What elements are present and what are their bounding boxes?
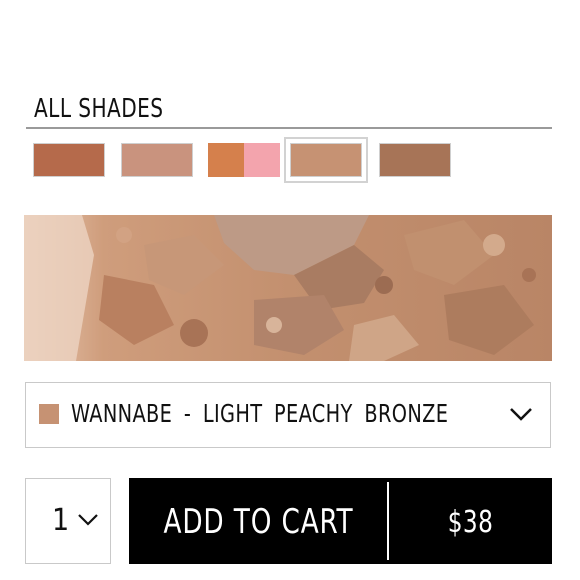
chevron-down-icon (78, 514, 98, 526)
swatch-color-part (208, 143, 244, 177)
selected-shade-chip (39, 404, 59, 424)
add-to-cart-label: ADD TO CART (162, 502, 354, 542)
shade-swatch-4[interactable] (284, 137, 368, 183)
quantity-select[interactable]: 1 (25, 478, 111, 564)
swatch-fill (33, 143, 105, 177)
shade-swatch-1[interactable] (27, 137, 111, 183)
swatch-color-part (122, 144, 192, 176)
texture-art (24, 215, 552, 361)
swatch-color-part (380, 144, 450, 176)
product-shade-selector: ALL SHADES WANNABE - LIGHT PEACHY BRONZE… (0, 0, 580, 580)
shade-select-dropdown[interactable]: WANNABE - LIGHT PEACHY BRONZE (25, 382, 551, 448)
add-to-cart-label-wrap: ADD TO CART (129, 502, 387, 542)
powder-texture-image (24, 215, 552, 361)
price-label: $38 (447, 505, 494, 540)
swatch-color-part (244, 143, 280, 177)
shade-swatch-2[interactable] (115, 137, 199, 183)
quantity-value: 1 (52, 503, 70, 538)
all-shades-heading: ALL SHADES (34, 94, 164, 124)
add-to-cart-button[interactable]: ADD TO CART $38 (129, 478, 552, 564)
price-wrap: $38 (389, 505, 552, 540)
swatch-color-part (34, 144, 104, 176)
swatch-fill (379, 143, 451, 177)
swatch-fill (121, 143, 193, 177)
heading-divider (26, 127, 552, 129)
shade-swatch-5[interactable] (373, 137, 457, 183)
swatch-fill (208, 143, 280, 177)
swatch-fill (290, 143, 362, 177)
swatch-color-part (291, 144, 361, 176)
chevron-down-icon (510, 408, 532, 421)
selected-shade-label: WANNABE - LIGHT PEACHY BRONZE (71, 399, 449, 428)
shade-swatch-3[interactable] (202, 137, 286, 183)
